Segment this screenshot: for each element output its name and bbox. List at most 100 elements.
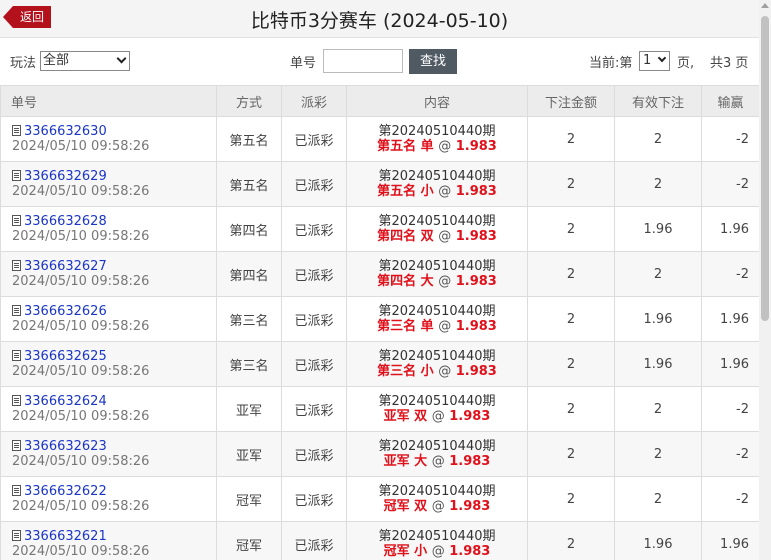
at-sign: @ [438, 319, 452, 334]
bet-pick-line: 第四名 大 @ 1.983 [347, 274, 527, 289]
bet-pick: 亚军 大 [383, 454, 428, 469]
play-type-select[interactable]: 全部 [40, 51, 130, 71]
bet-amount: 2 [527, 206, 615, 252]
payout-status: 已派彩 [281, 161, 347, 207]
bet-odds: 1.983 [449, 454, 491, 469]
page-current: 1 [643, 53, 652, 68]
bet-odds: 1.983 [455, 364, 497, 379]
bet-pick-line: 亚军 大 @ 1.983 [347, 454, 527, 469]
order-number-link[interactable]: 3366632626 [24, 304, 107, 319]
order-number-link[interactable]: 3366632622 [24, 484, 107, 499]
valid-bet: 2 [614, 431, 702, 477]
page-select[interactable]: 1 [639, 51, 670, 71]
chevron-down-icon [657, 53, 667, 63]
bet-odds: 1.983 [455, 184, 497, 199]
bet-period: 第20240510440期 [378, 169, 496, 184]
valid-bet: 1.96 [614, 521, 702, 560]
page-total-label: 共3 页 [710, 56, 749, 71]
order-cell: 3366632621 2024/05/10 09:58:26 [0, 521, 217, 560]
table-row: 3366632625 2024/05/10 09:58:26 第三名 已派彩 第2024… [0, 341, 760, 387]
bet-pick: 冠军 小 [383, 544, 428, 559]
bet-pick-line: 第三名 小 @ 1.983 [347, 364, 527, 379]
win-loss: -2 [701, 116, 760, 162]
bet-period: 第20240510440期 [378, 259, 496, 274]
order-cell: 3366632629 2024/05/10 09:58:26 [0, 161, 217, 207]
payout-status: 已派彩 [281, 431, 347, 477]
win-loss: 1.96 [701, 296, 760, 342]
bet-pick: 亚军 双 [383, 409, 428, 424]
bet-period: 第20240510440期 [378, 304, 496, 319]
document-icon [12, 170, 21, 181]
order-number-link[interactable]: 3366632625 [24, 349, 107, 364]
bet-amount: 2 [527, 251, 615, 297]
order-cell: 3366632623 2024/05/10 09:58:26 [0, 431, 217, 477]
document-icon [12, 260, 21, 271]
bet-content: 第20240510440期 第三名 小 @ 1.983 [346, 341, 528, 387]
vertical-scrollbar[interactable] [759, 0, 771, 560]
bet-amount: 2 [527, 521, 615, 560]
bet-period: 第20240510440期 [378, 214, 496, 229]
bet-type: 第五名 [216, 161, 282, 207]
payout-status: 已派彩 [281, 386, 347, 432]
bet-time: 2024/05/10 09:58:26 [12, 184, 150, 199]
order-number-link[interactable]: 3366632627 [24, 259, 107, 274]
header-win-loss: 输赢 [701, 85, 760, 117]
bet-content: 第20240510440期 第五名 小 @ 1.983 [346, 161, 528, 207]
at-sign: @ [431, 409, 445, 424]
bet-type: 第四名 [216, 206, 282, 252]
order-number-link[interactable]: 3366632629 [24, 169, 107, 184]
valid-bet: 2 [614, 476, 702, 522]
bet-content: 第20240510440期 第三名 单 @ 1.983 [346, 296, 528, 342]
bet-content: 第20240510440期 亚军 双 @ 1.983 [346, 386, 528, 432]
bet-amount: 2 [527, 431, 615, 477]
at-sign: @ [438, 139, 452, 154]
table-row: 3366632626 2024/05/10 09:58:26 第三名 已派彩 第2024… [0, 296, 760, 342]
bet-pick: 第三名 小 [377, 364, 434, 379]
bet-pick-line: 第四名 双 @ 1.983 [347, 229, 527, 244]
order-number-link[interactable]: 3366632623 [24, 439, 107, 454]
order-number-label: 单号 [290, 56, 317, 71]
order-number-link[interactable]: 3366632624 [24, 394, 107, 409]
order-cell: 3366632625 2024/05/10 09:58:26 [0, 341, 217, 387]
scroll-up-arrow-icon[interactable] [761, 3, 769, 8]
bet-type: 第三名 [216, 341, 282, 387]
header-content: 内容 [346, 85, 528, 117]
document-icon [12, 125, 21, 136]
bet-odds: 1.983 [449, 499, 491, 514]
table-row: 3366632629 2024/05/10 09:58:26 第五名 已派彩 第2024… [0, 161, 760, 207]
order-cell: 3366632626 2024/05/10 09:58:26 [0, 296, 217, 342]
bet-time: 2024/05/10 09:58:26 [12, 319, 150, 334]
play-type-label: 玩法 [10, 56, 37, 71]
order-number-link[interactable]: 3366632621 [24, 529, 107, 544]
payout-status: 已派彩 [281, 296, 347, 342]
at-sign: @ [438, 364, 452, 379]
table-row: 3366632628 2024/05/10 09:58:26 第四名 已派彩 第2024… [0, 206, 760, 252]
play-type-value: 全部 [43, 53, 70, 68]
order-number-link[interactable]: 3366632628 [24, 214, 107, 229]
bet-content: 第20240510440期 冠军 小 @ 1.983 [346, 521, 528, 560]
bet-content: 第20240510440期 亚军 大 @ 1.983 [346, 431, 528, 477]
at-sign: @ [431, 544, 445, 559]
bet-odds: 1.983 [455, 229, 497, 244]
order-number-link[interactable]: 3366632630 [24, 124, 107, 139]
search-button[interactable]: 查找 [409, 49, 457, 74]
bet-content: 第20240510440期 第五名 单 @ 1.983 [346, 116, 528, 162]
order-number-input[interactable] [323, 49, 403, 73]
bet-odds: 1.983 [455, 319, 497, 334]
bet-pick: 第五名 小 [377, 184, 434, 199]
scroll-thumb[interactable] [761, 16, 769, 321]
valid-bet: 2 [614, 386, 702, 432]
table-row: 3366632630 2024/05/10 09:58:26 第五名 已派彩 第2024… [0, 116, 760, 162]
bet-time: 2024/05/10 09:58:26 [12, 364, 150, 379]
bet-pick: 第五名 单 [377, 139, 434, 154]
bet-pick: 第四名 大 [377, 274, 434, 289]
bet-time: 2024/05/10 09:58:26 [12, 274, 150, 289]
payout-status: 已派彩 [281, 116, 347, 162]
bet-period: 第20240510440期 [378, 484, 496, 499]
chevron-down-icon [116, 53, 127, 64]
at-sign: @ [438, 274, 452, 289]
win-loss: 1.96 [701, 341, 760, 387]
win-loss: 1.96 [701, 521, 760, 560]
bet-type: 第三名 [216, 296, 282, 342]
document-icon [12, 440, 21, 451]
